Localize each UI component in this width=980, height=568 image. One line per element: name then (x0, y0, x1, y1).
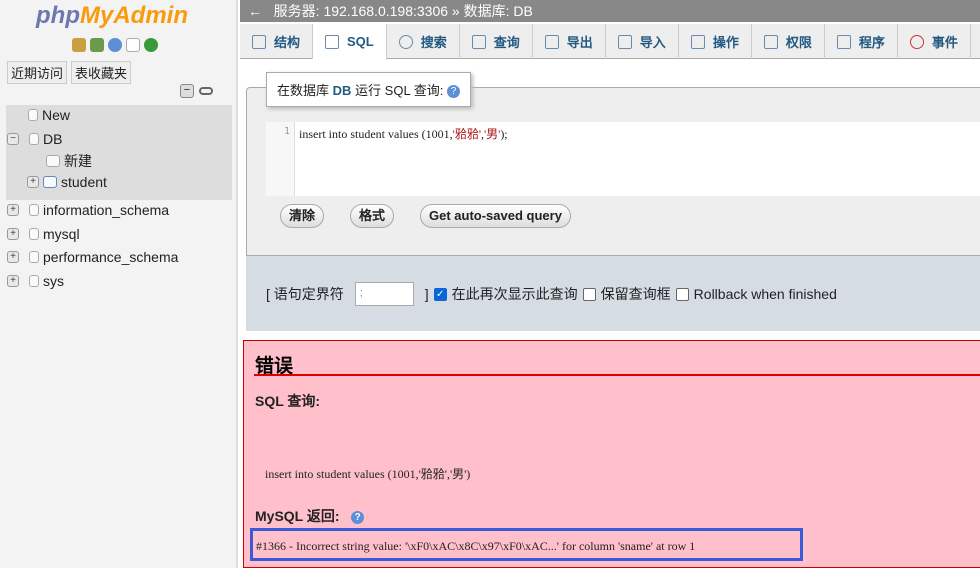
tree-item-database[interactable]: + mysql (7, 226, 80, 242)
tab-routines[interactable]: 程序 (825, 24, 898, 59)
error-message: #1366 - Incorrect string value: '\xF0\xA… (250, 528, 803, 561)
expand-icon[interactable]: + (7, 275, 19, 287)
sql-query-legend: 在数据库 DB 运行 SQL 查询: ? (266, 72, 472, 107)
database-icon (471, 34, 486, 49)
error-panel: 错误 SQL 查询: insert into student values (1… (243, 340, 980, 568)
table-icon (43, 176, 57, 188)
link-icon[interactable] (199, 87, 213, 95)
tab-search[interactable]: 搜索 (387, 24, 460, 59)
expand-icon[interactable]: + (7, 228, 19, 240)
tree-item-db[interactable]: − DB (7, 131, 62, 147)
reload-icon[interactable] (144, 38, 158, 52)
tab-events[interactable]: 事件 (898, 24, 971, 59)
privileges-icon (763, 34, 778, 49)
export-icon (544, 34, 559, 49)
mysql-return-label: MySQL 返回: ? (255, 506, 365, 526)
expand-icon[interactable]: + (7, 251, 19, 263)
database-add-icon (28, 109, 38, 121)
help-icon[interactable]: ? (447, 85, 461, 99)
tab-query[interactable]: 查询 (460, 24, 533, 59)
wrench-icon (690, 34, 705, 49)
get-autosaved-query-button[interactable]: Get auto-saved query (420, 204, 571, 228)
sql-editor[interactable]: 1 insert into student values (1001,'𬌗𬌗',… (266, 122, 980, 196)
breadcrumb-server[interactable]: 服务器: 192.168.0.198:3306 (274, 3, 448, 19)
import-icon (617, 34, 632, 49)
tree-item-student[interactable]: + student (27, 174, 107, 190)
tab-bar: 结构 SQL 搜索 查询 导出 导入 操作 权限 程序 事件 (240, 24, 980, 60)
tree-item-database[interactable]: + performance_schema (7, 249, 178, 265)
tab-structure[interactable]: 结构 (240, 24, 314, 59)
tree-item-database[interactable]: + sys (7, 273, 64, 289)
structure-icon (252, 34, 266, 49)
expand-icon[interactable]: + (27, 176, 39, 188)
expand-icon[interactable]: + (7, 204, 19, 216)
logout-icon[interactable] (90, 38, 104, 52)
help-icon[interactable] (108, 38, 122, 52)
favorites-button[interactable]: 表收藏夹 (71, 61, 132, 84)
routines-icon (836, 34, 851, 49)
query-options: [ 语句定界符 ; ] ✓ 在此再次显示此查询 保留查询框 Rollback w… (246, 255, 980, 331)
back-arrow-icon[interactable]: ← (248, 3, 262, 19)
database-icon (29, 133, 39, 145)
sql-code: insert into student values (1001,'𬌗𬌗','男… (299, 127, 508, 141)
sql-query-label: SQL 查询: (255, 393, 321, 409)
home-icon[interactable] (72, 38, 86, 52)
collapse-icon[interactable]: − (7, 133, 19, 145)
tab-export[interactable]: 导出 (533, 24, 606, 59)
delimiter-input[interactable]: ; (354, 282, 414, 306)
breadcrumb-database[interactable]: 数据库: DB (464, 3, 533, 19)
clock-icon (909, 34, 924, 49)
tree-item-database[interactable]: + information_schema (7, 202, 169, 218)
help-icon[interactable]: ? (351, 510, 365, 524)
recent-button[interactable]: 近期访问 (7, 61, 68, 84)
search-icon (398, 34, 413, 49)
tab-sql[interactable]: SQL (313, 24, 387, 60)
breadcrumb: ← 服务器: 192.168.0.198:3306 » 数据库: DB (240, 0, 980, 22)
show-again-checkbox[interactable]: ✓ (433, 287, 447, 301)
rollback-checkbox[interactable] (675, 287, 689, 301)
database-icon (29, 228, 39, 240)
tab-import[interactable]: 导入 (606, 24, 679, 59)
tab-operations[interactable]: 操作 (679, 24, 752, 59)
tree-item-new[interactable]: New (28, 107, 70, 123)
clear-button[interactable]: 清除 (280, 204, 325, 228)
format-button[interactable]: 格式 (350, 204, 395, 228)
retain-query-box-checkbox[interactable] (582, 287, 596, 301)
sql-icon (325, 34, 340, 49)
database-icon (29, 275, 39, 287)
tab-privileges[interactable]: 权限 (752, 24, 825, 59)
database-icon (29, 204, 39, 216)
database-icon (29, 251, 39, 263)
table-add-icon (46, 155, 60, 167)
phpmyadmin-logo[interactable]: phpMyAdmin (36, 2, 188, 30)
navigation-panel: phpMyAdmin 近期访问 表收藏夹 − New − DB 新建 + stude… (0, 0, 238, 568)
docs-icon[interactable] (126, 38, 140, 52)
tree-item-db-new[interactable]: 新建 (46, 151, 92, 171)
collapse-all-icon[interactable]: − (180, 84, 194, 98)
error-sql: insert into student values (1001,'𬌗𬌗','男… (265, 467, 471, 481)
